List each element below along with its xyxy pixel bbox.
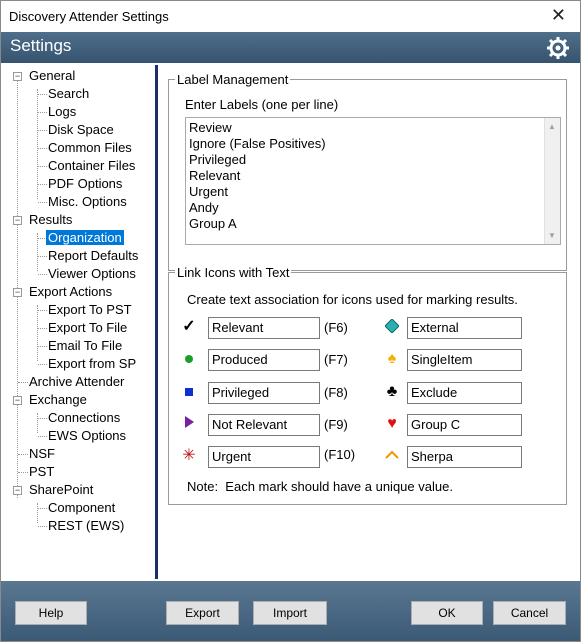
label-line: Group A — [189, 216, 237, 231]
unique-value-note: Note: Each mark should have a unique val… — [187, 479, 453, 494]
shortcut-label: (F9) — [324, 417, 348, 432]
tree-item-component[interactable]: Component — [48, 500, 115, 516]
tree-item-ews-options[interactable]: EWS Options — [48, 428, 126, 444]
window-title: Discovery Attender Settings — [9, 9, 169, 24]
button-bar: Help Export Import OK Cancel — [1, 581, 580, 641]
tree-item-export-to-file[interactable]: Export To File — [48, 320, 127, 336]
general-expander-icon[interactable]: − — [13, 72, 22, 81]
green-dot-icon — [181, 351, 197, 367]
labels-instructions: Enter Labels (one per line) — [185, 97, 339, 112]
label-line: Ignore (False Positives) — [189, 136, 326, 151]
scroll-up-icon[interactable]: ▲ — [548, 122, 556, 131]
label-management-legend: Label Management — [175, 72, 291, 87]
icon-text-field-sherpa[interactable]: Sherpa — [407, 446, 522, 468]
settings-window: Discovery Attender Settings ✕ Settings −… — [0, 0, 581, 642]
tree-item-general[interactable]: General — [29, 68, 75, 84]
gear-icon — [547, 37, 569, 59]
export-actions-expander-icon[interactable]: − — [13, 288, 22, 297]
tree-item-pdf-options[interactable]: PDF Options — [48, 176, 122, 192]
import-button[interactable]: Import — [253, 601, 327, 625]
link-icons-instructions: Create text association for icons used f… — [187, 292, 518, 307]
label-line: Relevant — [189, 168, 241, 183]
teal-diamond-icon — [384, 318, 400, 335]
icon-text-field-f8[interactable]: Privileged — [208, 382, 320, 404]
tree-item-report-defaults[interactable]: Report Defaults — [48, 248, 138, 264]
labels-scrollbar[interactable]: ▲ ▼ — [544, 118, 560, 244]
label-line: Review — [189, 120, 232, 135]
tree-item-export-to-pst[interactable]: Export To PST — [48, 302, 132, 318]
title-bar: Discovery Attender Settings ✕ — [1, 1, 580, 32]
red-heart-icon: ♥ — [387, 415, 397, 432]
cancel-button[interactable]: Cancel — [493, 601, 566, 625]
tree-item-export-from-sp[interactable]: Export from SP — [48, 356, 136, 372]
sharepoint-expander-icon[interactable]: − — [13, 486, 22, 495]
tree-item-export-actions[interactable]: Export Actions — [29, 284, 112, 300]
shortcut-label: (F8) — [324, 385, 348, 400]
content-area: − General Search Logs Disk Space Common … — [1, 63, 580, 581]
blue-square-icon — [181, 384, 197, 400]
tree-item-nsf[interactable]: NSF — [29, 446, 55, 462]
orange-chevron-icon — [384, 448, 400, 464]
tree-item-archive-attender[interactable]: Archive Attender — [29, 374, 124, 390]
scroll-down-icon[interactable]: ▼ — [548, 231, 556, 240]
tree-item-logs[interactable]: Logs — [48, 104, 76, 120]
export-button[interactable]: Export — [166, 601, 239, 625]
results-expander-icon[interactable]: − — [13, 216, 22, 225]
yellow-spade-icon: ♠ — [387, 350, 397, 367]
link-icons-legend: Link Icons with Text — [175, 265, 292, 280]
tree-item-disk-space[interactable]: Disk Space — [48, 122, 114, 138]
purple-triangle-icon — [181, 416, 197, 432]
label-line: Andy — [189, 200, 219, 215]
page-title: Settings — [10, 36, 72, 55]
shortcut-label: (F7) — [324, 352, 348, 367]
shortcut-label: (F6) — [324, 320, 348, 335]
tree-item-email-to-file[interactable]: Email To File — [48, 338, 122, 354]
tree-item-connections[interactable]: Connections — [48, 410, 120, 426]
tree-item-container-files[interactable]: Container Files — [48, 158, 135, 174]
icon-text-field-exclude[interactable]: Exclude — [407, 382, 522, 404]
link-icons-group: Link Icons with Text Create text associa… — [168, 265, 567, 505]
tree-item-sharepoint[interactable]: SharePoint — [29, 482, 93, 498]
ok-button[interactable]: OK — [411, 601, 483, 625]
labels-textarea[interactable]: Review Ignore (False Positives) Privileg… — [185, 117, 561, 245]
settings-header: Settings — [1, 32, 580, 63]
black-club-icon: ♣ — [386, 383, 398, 400]
tree-item-rest-ews[interactable]: REST (EWS) — [48, 518, 124, 534]
shortcut-label: (F10) — [324, 447, 356, 462]
icon-text-field-f7[interactable]: Produced — [208, 349, 320, 371]
tree-item-pst[interactable]: PST — [29, 464, 54, 480]
help-button[interactable]: Help — [15, 601, 87, 625]
icon-text-field-group-c[interactable]: Group C — [407, 414, 522, 436]
close-icon[interactable]: ✕ — [551, 5, 566, 26]
tree-item-search[interactable]: Search — [48, 86, 89, 102]
icon-text-field-f6[interactable]: Relevant — [208, 317, 320, 339]
label-line: Privileged — [189, 152, 247, 167]
checkmark-icon: ✓ — [182, 318, 196, 335]
red-asterisk-icon: ✳ — [182, 447, 196, 464]
exchange-expander-icon[interactable]: − — [13, 396, 22, 405]
tree-item-exchange[interactable]: Exchange — [29, 392, 87, 408]
icon-text-field-f10[interactable]: Urgent — [208, 446, 320, 468]
tree-item-results[interactable]: Results — [29, 212, 72, 228]
label-management-group: Label Management Enter Labels (one per l… — [168, 72, 567, 271]
icon-text-field-f9[interactable]: Not Relevant — [208, 414, 320, 436]
tree-item-misc-options[interactable]: Misc. Options — [48, 194, 127, 210]
panel-divider — [155, 65, 158, 579]
icon-text-field-singleitem[interactable]: SingleItem — [407, 349, 522, 371]
label-line: Urgent — [189, 184, 229, 199]
tree-item-organization[interactable]: Organization — [46, 230, 124, 246]
tree-item-viewer-options[interactable]: Viewer Options — [48, 266, 136, 282]
icon-text-field-external[interactable]: External — [407, 317, 522, 339]
settings-tree: − General Search Logs Disk Space Common … — [9, 67, 154, 579]
tree-item-common-files[interactable]: Common Files — [48, 140, 132, 156]
